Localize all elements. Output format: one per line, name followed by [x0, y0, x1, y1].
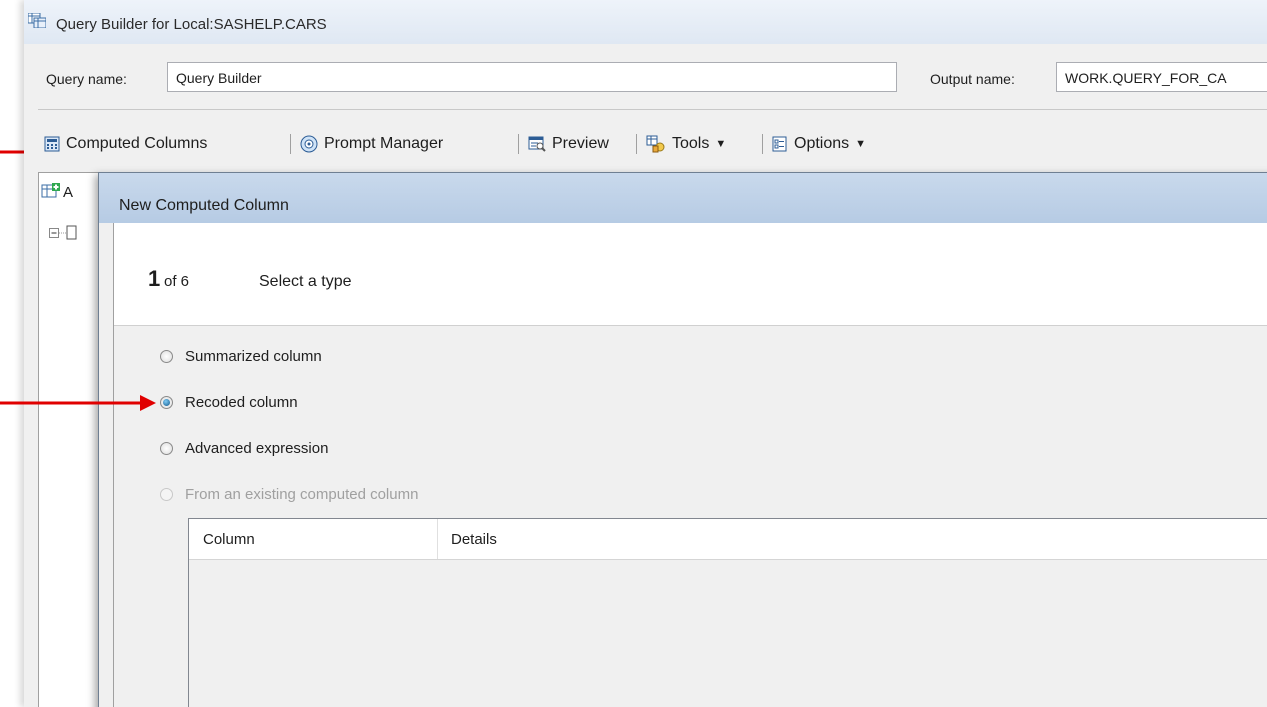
step-title: Select a type — [259, 273, 352, 290]
radio-label: From an existing computed column — [185, 485, 419, 503]
prompt-manager-icon — [300, 135, 318, 153]
preview-icon — [528, 136, 546, 152]
new-computed-column-dialog: New Computed Column 1 of 6 Select a type… — [98, 172, 1267, 707]
window-title: Query Builder for Local:SASHELP.CARS — [56, 16, 327, 33]
radio-advanced-expression[interactable]: Advanced expression — [160, 438, 328, 458]
dialog-title: New Computed Column — [119, 197, 289, 214]
radio-button-selected[interactable] — [160, 395, 173, 409]
grid-header: Column Details — [189, 519, 1267, 560]
prompt-manager-button[interactable]: Prompt Manager — [300, 124, 443, 164]
column-header-details[interactable]: Details — [451, 531, 497, 548]
step-number: 1 — [148, 266, 161, 291]
existing-columns-grid[interactable]: Column Details — [188, 518, 1267, 707]
prompt-manager-label: Prompt Manager — [324, 135, 444, 152]
options-label: Options — [794, 135, 850, 152]
toolbar-separator — [518, 134, 519, 154]
radio-button[interactable] — [160, 349, 173, 363]
radio-existing-computed-column: From an existing computed column — [160, 484, 418, 504]
radio-button[interactable] — [160, 441, 173, 455]
preview-label: Preview — [552, 135, 609, 152]
tools-label: Tools — [672, 135, 710, 152]
computed-columns-label: Computed Columns — [66, 135, 208, 152]
panel-tab-label: A — [63, 184, 74, 201]
toolbar: Computed Columns Prompt Manager Preview — [38, 124, 1267, 164]
options-menu-button[interactable]: Options ▼ — [772, 124, 866, 164]
annotation-arrow-radio — [0, 395, 156, 411]
radio-label: Summarized column — [185, 347, 322, 365]
toolbar-separator — [636, 134, 637, 154]
dialog-body: 1 of 6 Select a type Summarized column R… — [113, 223, 1267, 707]
query-builder-window: Query Builder for Local:SASHELP.CARS Que… — [24, 0, 1267, 707]
preview-button[interactable]: Preview — [528, 124, 609, 164]
header-divider — [38, 109, 1267, 110]
add-table-icon — [41, 183, 60, 198]
query-builder-icon — [28, 13, 46, 28]
options-icon — [772, 136, 787, 152]
column-divider[interactable] — [437, 519, 438, 559]
title-bar: Query Builder for Local:SASHELP.CARS — [24, 0, 1267, 44]
query-name-label: Query name: — [46, 71, 127, 87]
tools-icon — [646, 135, 665, 153]
chevron-down-icon: ▼ — [715, 138, 727, 150]
tools-menu-button[interactable]: Tools ▼ — [646, 124, 726, 164]
output-name-input[interactable]: WORK.QUERY_FOR_CA — [1056, 62, 1267, 92]
dialog-title-bar: New Computed Column — [99, 173, 1267, 223]
toolbar-separator — [290, 134, 291, 154]
query-name-input[interactable]: Query Builder — [167, 62, 897, 92]
column-header-column[interactable]: Column — [203, 531, 255, 548]
output-name-label: Output name: — [930, 71, 1015, 87]
radio-label: Advanced expression — [185, 439, 329, 457]
tree-collapse-icon[interactable] — [49, 225, 77, 241]
radio-label: Recoded column — [185, 393, 298, 411]
calculator-icon — [44, 136, 60, 152]
computed-columns-button[interactable]: Computed Columns — [44, 124, 207, 164]
radio-summarized-column[interactable]: Summarized column — [160, 346, 322, 366]
wizard-step-header: 1 of 6 Select a type — [114, 223, 1267, 326]
toolbar-separator — [762, 134, 763, 154]
step-of-total: of 6 — [164, 273, 190, 290]
chevron-down-icon: ▼ — [855, 138, 867, 150]
radio-recoded-column[interactable]: Recoded column — [160, 392, 298, 412]
radio-button-disabled — [160, 487, 173, 501]
